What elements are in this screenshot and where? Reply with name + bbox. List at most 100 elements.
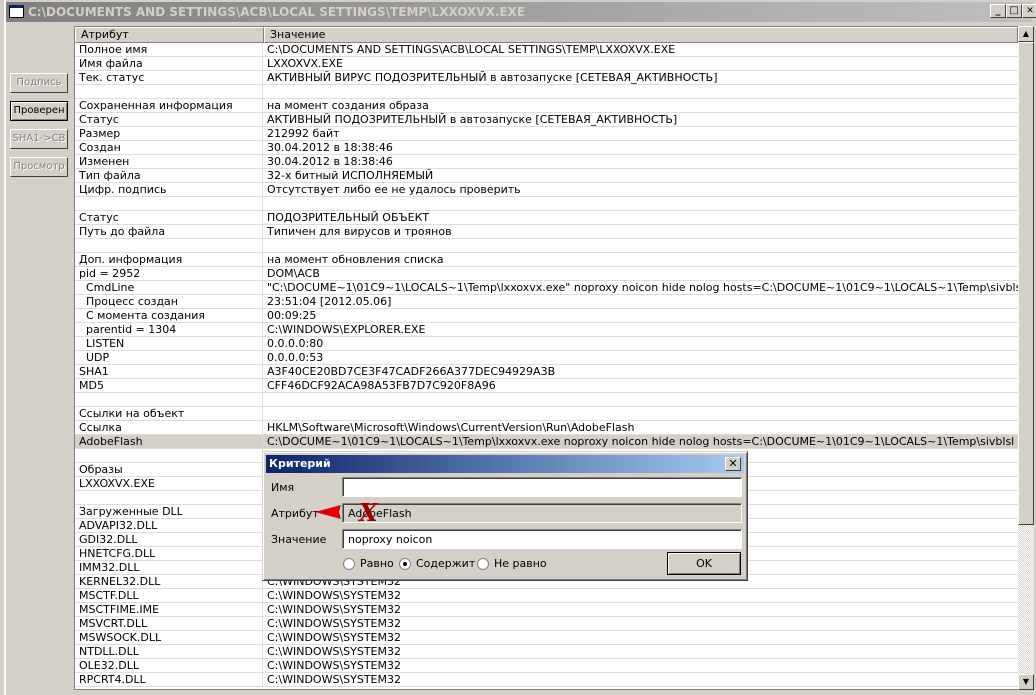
attribute-cell: GDI32.DLL bbox=[75, 533, 263, 546]
table-row[interactable]: Имя файла LXXOXVX.EXE bbox=[75, 57, 1018, 71]
table-row[interactable]: С момента создания 00:09:25 bbox=[75, 309, 1018, 323]
radio-icon-checked bbox=[399, 557, 411, 570]
name-label: Имя bbox=[271, 481, 295, 494]
attribute-cell: Имя файла bbox=[75, 57, 263, 70]
table-row[interactable]: MSCTF.DLL C:\WINDOWS\SYSTEM32 bbox=[75, 589, 1018, 603]
table-row[interactable]: CmdLine "C:\DOCUME~1\01C9~1\LOCALS~1\Temp… bbox=[75, 281, 1018, 295]
attribute-cell: Полное имя bbox=[75, 43, 263, 56]
value-cell: АКТИВНЫЙ ПОДОЗРИТЕЛЬНЫЙ в автозапуске [С… bbox=[267, 113, 678, 126]
value-cell: LXXOXVX.EXE bbox=[267, 57, 343, 70]
table-row[interactable]: Статус АКТИВНЫЙ ПОДОЗРИТЕЛЬНЫЙ в автозапу… bbox=[75, 113, 1018, 127]
value-cell bbox=[263, 393, 1018, 406]
table-row[interactable]: Статус ПОДОЗРИТЕЛЬНЫЙ ОБЪЕКТ bbox=[75, 211, 1018, 225]
dialog-close-button[interactable]: ✕ bbox=[725, 457, 741, 471]
attribute-cell: RPCRT4.DLL bbox=[75, 673, 263, 686]
table-row[interactable]: NTDLL.DLL C:\WINDOWS\SYSTEM32 bbox=[75, 645, 1018, 659]
attribute-cell: parentid = 1304 bbox=[75, 323, 263, 336]
column-header-value[interactable]: Значение bbox=[264, 27, 1018, 43]
vertical-scrollbar[interactable]: ▲ ▼ bbox=[1018, 26, 1034, 690]
view-button[interactable]: Просмотр bbox=[10, 157, 68, 177]
value-cell: C:\WINDOWS\SYSTEM32 bbox=[267, 589, 401, 602]
table-row[interactable] bbox=[75, 197, 1018, 211]
close-button[interactable]: ✕ bbox=[1022, 4, 1036, 18]
attribute-cell: Сохраненная информация bbox=[75, 99, 263, 112]
table-row[interactable]: UDP 0.0.0.0:53 bbox=[75, 351, 1018, 365]
value-input[interactable]: noproxy noicon bbox=[342, 529, 742, 549]
value-label: Значение bbox=[271, 533, 327, 546]
table-row[interactable]: Процесс создан 23:51:04 [2012.05.06] bbox=[75, 295, 1018, 309]
table-row[interactable]: MSVCRT.DLL C:\WINDOWS\SYSTEM32 bbox=[75, 617, 1018, 631]
minimize-button[interactable]: _ bbox=[990, 4, 1006, 18]
value-cell: 23:51:04 [2012.05.06] bbox=[267, 295, 392, 308]
table-row[interactable]: LISTEN 0.0.0.0:80 bbox=[75, 337, 1018, 351]
table-row[interactable]: AdobeFlash C:\DOCUME~1\01C9~1\LOCALS~1\Te… bbox=[75, 435, 1018, 449]
attribute-cell: Путь до файла bbox=[75, 225, 263, 238]
table-row[interactable]: Изменен 30.04.2012 в 18:38:46 bbox=[75, 155, 1018, 169]
value-cell: 30.04.2012 в 18:38:46 bbox=[267, 141, 393, 154]
table-row[interactable]: parentid = 1304 C:\WINDOWS\EXPLORER.EXE bbox=[75, 323, 1018, 337]
value-cell: C:\WINDOWS\SYSTEM32 bbox=[267, 603, 401, 616]
ok-button[interactable]: OK bbox=[667, 552, 741, 575]
table-row[interactable]: SHA1 A3F40CE20BD7CE3F47CADF266A377DEC9492… bbox=[75, 365, 1018, 379]
table-row[interactable]: RPCRT4.DLL C:\WINDOWS\SYSTEM32 bbox=[75, 673, 1018, 687]
table-row[interactable] bbox=[75, 239, 1018, 253]
attribute-cell bbox=[75, 491, 263, 504]
attribute-cell: MSVCRT.DLL bbox=[75, 617, 263, 630]
table-row[interactable]: Путь до файла Типичен для вирусов и троян… bbox=[75, 225, 1018, 239]
table-row[interactable]: MSCTFIME.IME C:\WINDOWS\SYSTEM32 bbox=[75, 603, 1018, 617]
sign-button[interactable]: Подпись bbox=[10, 73, 68, 93]
value-cell bbox=[263, 407, 1018, 420]
attribute-cell: MSCTF.DLL bbox=[75, 589, 263, 602]
scroll-down-button[interactable]: ▼ bbox=[1018, 674, 1034, 690]
name-input[interactable] bbox=[342, 477, 742, 497]
value-cell: 0.0.0.0:53 bbox=[267, 351, 324, 364]
table-row[interactable]: OLE32.DLL C:\WINDOWS\SYSTEM32 bbox=[75, 659, 1018, 673]
radio-label: Равно bbox=[360, 557, 394, 570]
dialog-title: Критерий bbox=[269, 457, 331, 470]
table-row[interactable]: Полное имя C:\DOCUMENTS AND SETTINGS\ACB\… bbox=[75, 43, 1018, 57]
scrollbar-thumb[interactable] bbox=[1018, 42, 1034, 525]
value-cell: C:\WINDOWS\SYSTEM32 bbox=[267, 645, 401, 658]
attribute-cell: HNETCFG.DLL bbox=[75, 547, 263, 560]
radio-equals[interactable]: Равно bbox=[343, 557, 394, 570]
attribute-cell: pid = 2952 bbox=[75, 267, 263, 280]
verified-button[interactable]: Проверен bbox=[10, 101, 68, 121]
maximize-button[interactable]: □ bbox=[1006, 4, 1022, 18]
table-row[interactable]: Сохраненная информация на момент создания… bbox=[75, 99, 1018, 113]
table-row[interactable]: Тек. статус АКТИВНЫЙ ВИРУС ПОДОЗРИТЕЛЬНЫЙ… bbox=[75, 71, 1018, 85]
table-row[interactable]: Размер 212992 байт bbox=[75, 127, 1018, 141]
radio-icon bbox=[343, 557, 355, 570]
app-icon bbox=[9, 5, 24, 18]
sha1-to-cb-button[interactable]: SHA1->CB bbox=[10, 129, 68, 149]
scroll-up-button[interactable]: ▲ bbox=[1018, 26, 1034, 42]
column-header-attribute[interactable]: Атрибут bbox=[75, 27, 264, 43]
table-row[interactable]: Создан 30.04.2012 в 18:38:46 bbox=[75, 141, 1018, 155]
value-cell: на момент обновления списка bbox=[267, 253, 444, 266]
value-cell: C:\WINDOWS\EXPLORER.EXE bbox=[267, 323, 426, 336]
radio-label: Содержит bbox=[416, 557, 476, 570]
radio-not-equals[interactable]: Не равно bbox=[477, 557, 547, 570]
table-row[interactable]: Тип файла 32-х битный ИСПОЛНЯЕМЫЙ bbox=[75, 169, 1018, 183]
value-cell: C:\DOCUME~1\01C9~1\LOCALS~1\Temp\lxxoxvx… bbox=[267, 435, 1018, 448]
table-header: Атрибут Значение bbox=[75, 27, 1018, 43]
table-row[interactable]: Цифр. подпись Отсутствует либо ее не удал… bbox=[75, 183, 1018, 197]
table-row[interactable]: Ссылки на объект bbox=[75, 407, 1018, 421]
table-row[interactable]: MD5 CFF46DCF92ACA98A53FB7D7C920F8A96 bbox=[75, 379, 1018, 393]
attribute-cell: CmdLine bbox=[75, 281, 263, 294]
attribute-cell: ADVAPI32.DLL bbox=[75, 519, 263, 532]
table-row[interactable]: Ссылка HKLM\Software\Microsoft\Windows\Cu… bbox=[75, 421, 1018, 435]
value-cell: CFF46DCF92ACA98A53FB7D7C920F8A96 bbox=[267, 379, 496, 392]
radio-contains[interactable]: Содержит bbox=[399, 557, 475, 570]
attribute-cell: Размер bbox=[75, 127, 263, 140]
table-row[interactable] bbox=[75, 393, 1018, 407]
table-row[interactable] bbox=[75, 85, 1018, 99]
attribute-field: AdobeFlash bbox=[342, 503, 742, 523]
attribute-cell: Загруженные DLL bbox=[75, 505, 263, 518]
value-cell: АКТИВНЫЙ ВИРУС ПОДОЗРИТЕЛЬНЫЙ в автозапу… bbox=[267, 71, 718, 84]
value-cell: C:\DOCUMENTS AND SETTINGS\ACB\LOCAL SETT… bbox=[267, 43, 676, 56]
table-row[interactable]: MSWSOCK.DLL C:\WINDOWS\SYSTEM32 bbox=[75, 631, 1018, 645]
attribute-cell: Изменен bbox=[75, 155, 263, 168]
table-row[interactable]: Доп. информация на момент обновления спис… bbox=[75, 253, 1018, 267]
attribute-cell: MSWSOCK.DLL bbox=[75, 631, 263, 644]
table-row[interactable]: pid = 2952 DOM\ACB bbox=[75, 267, 1018, 281]
